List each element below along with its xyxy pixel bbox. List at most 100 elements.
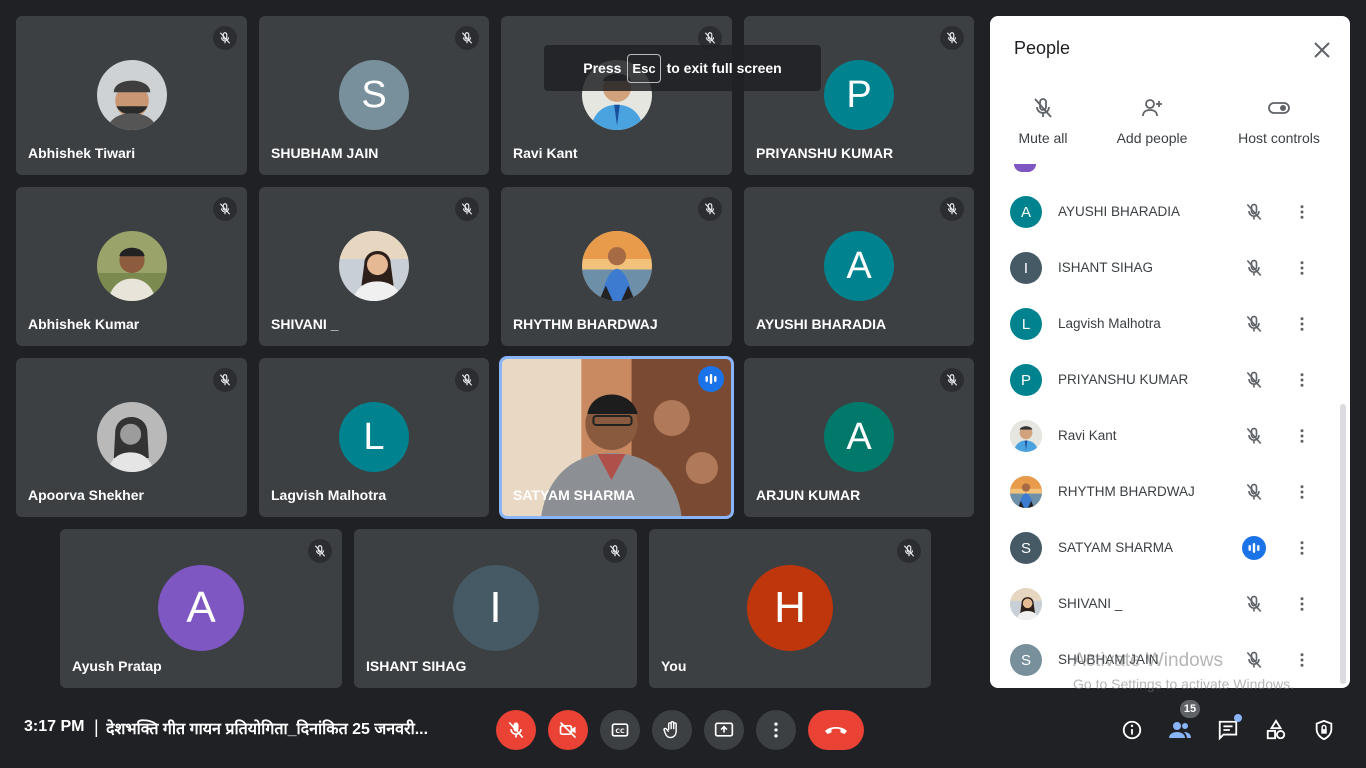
- mic-off-icon: [461, 32, 473, 44]
- leave-call-button[interactable]: [808, 710, 864, 750]
- present-screen-icon: [714, 722, 734, 737]
- captions-button[interactable]: CC: [600, 710, 640, 750]
- participant-more-button[interactable]: [1290, 200, 1314, 224]
- people-list-item[interactable]: A AYUSHI BHARADIA: [990, 184, 1330, 240]
- muted-indicator: [213, 26, 237, 50]
- participant-tile[interactable]: A AYUSHI BHARADIA: [744, 187, 974, 346]
- muted-indicator: [940, 368, 964, 392]
- people-list-item[interactable]: RHYTHM BHARDWAJ: [990, 464, 1330, 520]
- mic-off-icon: [1246, 315, 1262, 333]
- participant-tile[interactable]: S SHUBHAM JAIN: [259, 16, 489, 175]
- participant-name: PRIYANSHU KUMAR: [1058, 372, 1189, 387]
- mic-toggle-button[interactable]: [496, 710, 536, 750]
- mute-participant-button[interactable]: [1242, 592, 1266, 616]
- more-vert-icon: [1300, 373, 1304, 387]
- mute-participant-button[interactable]: [1242, 368, 1266, 392]
- esc-key: Esc: [627, 53, 661, 83]
- mic-off-icon: [1246, 651, 1262, 669]
- mic-off-icon: [903, 545, 915, 557]
- host-safety-button[interactable]: [1308, 714, 1340, 746]
- people-list-item[interactable]: SHIVANI _: [990, 576, 1330, 632]
- raise-hand-button[interactable]: [652, 710, 692, 750]
- mic-off-icon: [704, 32, 716, 44]
- fullscreen-hint-suffix: to exit full screen: [666, 60, 782, 76]
- mute-participant-button[interactable]: [1242, 256, 1266, 280]
- participant-tile[interactable]: A ARJUN KUMAR: [744, 358, 974, 517]
- participant-tile[interactable]: Abhishek Kumar: [16, 187, 247, 346]
- participant-more-button[interactable]: [1290, 480, 1314, 504]
- svg-text:CC: CC: [615, 728, 625, 735]
- people-list-item[interactable]: S SATYAM SHARMA: [990, 520, 1330, 576]
- more-vert-icon: [1300, 485, 1304, 499]
- clock: 3:17 PM: [24, 718, 85, 735]
- participant-name: RHYTHM BHARDWAJ: [513, 316, 658, 332]
- mute-participant-button[interactable]: [1242, 312, 1266, 336]
- meeting-details-button[interactable]: [1116, 714, 1148, 746]
- mic-off-icon: [1246, 483, 1262, 501]
- separator: |: [94, 717, 99, 737]
- participant-name: ARJUN KUMAR: [756, 487, 861, 503]
- participant-tile[interactable]: SATYAM SHARMA: [499, 356, 734, 519]
- activities-button[interactable]: [1260, 714, 1292, 746]
- add-people-button[interactable]: Add people: [1087, 96, 1217, 146]
- people-list-item[interactable]: I ISHANT SIHAG: [990, 240, 1330, 296]
- participant-avatar: A: [824, 402, 894, 472]
- participant-name: Lagvish Malhotra: [271, 487, 387, 503]
- participant-name: SATYAM SHARMA: [1058, 540, 1174, 555]
- toggle-icon: [1268, 102, 1290, 114]
- speaking-icon: [705, 374, 717, 384]
- participant-more-button[interactable]: [1290, 368, 1314, 392]
- participant-more-button[interactable]: [1290, 592, 1314, 616]
- participant-more-button[interactable]: [1290, 536, 1314, 560]
- participant-name: RHYTHM BHARDWAJ: [1058, 484, 1195, 499]
- mic-off-icon: [219, 203, 231, 215]
- mute-participant-button[interactable]: [1242, 480, 1266, 504]
- participant-photo: [1010, 420, 1042, 452]
- fullscreen-hint: Press Esc to exit full screen: [544, 45, 821, 91]
- participant-tile[interactable]: Apoorva Shekher: [16, 358, 247, 517]
- shapes-icon: [1266, 719, 1286, 740]
- participant-tile[interactable]: Ravi Kant: [501, 16, 732, 175]
- meeting-title: देशभक्ति गीत गायन प्रतियोगिता_दिनांकित 2…: [106, 721, 429, 738]
- participant-tile[interactable]: Abhishek Tiwari: [16, 16, 247, 175]
- speaking-icon: [1248, 543, 1260, 553]
- participant-more-button[interactable]: [1290, 424, 1314, 448]
- participant-tile[interactable]: A Ayush Pratap: [60, 529, 342, 688]
- people-scrollbar[interactable]: [1340, 404, 1346, 684]
- participant-name: AYUSHI BHARADIA: [1058, 204, 1181, 219]
- muted-indicator: [213, 368, 237, 392]
- muted-indicator: [455, 368, 479, 392]
- participant-tile[interactable]: L Lagvish Malhotra: [259, 358, 489, 517]
- more-vert-icon: [1300, 541, 1304, 555]
- host-controls-button[interactable]: Host controls: [1214, 96, 1344, 146]
- mic-off-icon: [461, 374, 473, 386]
- participant-tile[interactable]: RHYTHM BHARDWAJ: [501, 187, 732, 346]
- mute-participant-button[interactable]: [1242, 648, 1266, 672]
- participant-avatar: I: [1010, 252, 1042, 284]
- participant-avatar: A: [1010, 196, 1042, 228]
- participant-name: PRIYANSHU KUMAR: [756, 145, 894, 161]
- present-button[interactable]: [704, 710, 744, 750]
- people-list-item[interactable]: Ravi Kant: [990, 408, 1330, 464]
- close-panel-button[interactable]: [1308, 36, 1336, 64]
- participant-more-button[interactable]: [1290, 648, 1314, 672]
- info-icon: [1122, 720, 1142, 740]
- participant-count-badge: 15: [1180, 700, 1200, 718]
- participant-more-button[interactable]: [1290, 312, 1314, 336]
- participant-tile[interactable]: I ISHANT SIHAG: [354, 529, 637, 688]
- participant-more-button[interactable]: [1290, 256, 1314, 280]
- participant-name: SHUBHAM JAIN: [1058, 652, 1159, 667]
- people-list-item[interactable]: L Lagvish Malhotra: [990, 296, 1330, 352]
- people-panel: People Mute all Add people Host controls…: [990, 16, 1350, 688]
- participant-tile[interactable]: P PRIYANSHU KUMAR: [744, 16, 974, 175]
- camera-toggle-button[interactable]: [548, 710, 588, 750]
- mute-participant-button[interactable]: [1242, 424, 1266, 448]
- people-list-item[interactable]: S SHUBHAM JAIN: [990, 632, 1330, 688]
- participant-tile[interactable]: SHIVANI _: [259, 187, 489, 346]
- people-button[interactable]: [1164, 714, 1196, 746]
- mute-participant-button[interactable]: [1242, 200, 1266, 224]
- people-list-item[interactable]: P PRIYANSHU KUMAR: [990, 352, 1330, 408]
- more-options-button[interactable]: [756, 710, 796, 750]
- more-vert-icon: [774, 722, 778, 738]
- participant-tile[interactable]: H You: [649, 529, 931, 688]
